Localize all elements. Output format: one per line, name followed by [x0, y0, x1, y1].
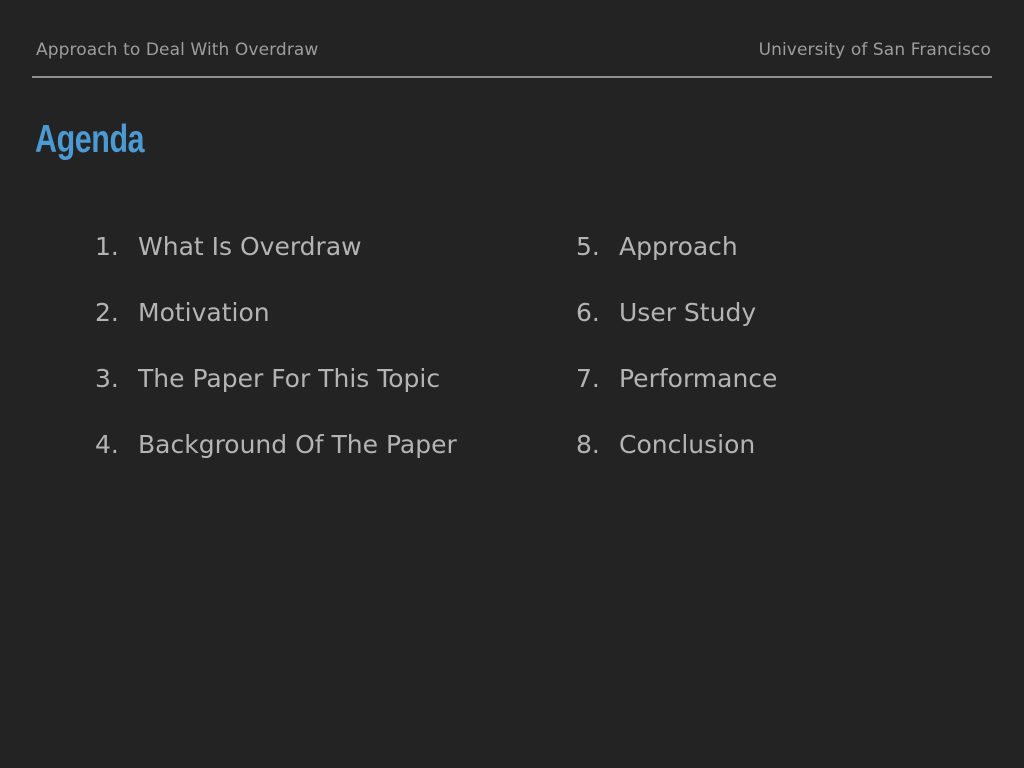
- agenda-item: 4. Background Of The Paper: [95, 426, 457, 492]
- agenda-item-label: User Study: [619, 298, 757, 327]
- agenda-item: 8. Conclusion: [576, 426, 777, 492]
- agenda-item: 6. User Study: [576, 294, 777, 360]
- agenda-item-label: Approach: [619, 232, 738, 261]
- agenda-item: 2. Motivation: [95, 294, 457, 360]
- agenda-list-left: 1. What Is Overdraw 2. Motivation 3. The Pa…: [95, 228, 457, 492]
- agenda-item-label: Conclusion: [619, 430, 756, 459]
- agenda-item-number: 1.: [95, 232, 119, 261]
- agenda-item-label: The Paper For This Topic: [138, 364, 441, 393]
- institution-name: University of San Francisco: [758, 40, 991, 60]
- agenda-item: 1. What Is Overdraw: [95, 228, 457, 294]
- agenda-item-label: What Is Overdraw: [138, 232, 362, 261]
- agenda-item-number: 6.: [576, 298, 600, 327]
- slide-title: Agenda: [35, 118, 145, 161]
- agenda-item-label: Background Of The Paper: [138, 430, 457, 459]
- agenda-item-number: 5.: [576, 232, 600, 261]
- agenda-item: 3. The Paper For This Topic: [95, 360, 457, 426]
- agenda-item: 5. Approach: [576, 228, 777, 294]
- agenda-item-number: 8.: [576, 430, 600, 459]
- agenda-item-label: Motivation: [138, 298, 270, 327]
- agenda-item-label: Performance: [619, 364, 778, 393]
- agenda-item-number: 4.: [95, 430, 119, 459]
- slide-header: Approach to Deal With Overdraw Universit…: [36, 40, 991, 66]
- header-divider: [32, 76, 992, 78]
- presentation-title: Approach to Deal With Overdraw: [36, 40, 319, 60]
- agenda-item-number: 2.: [95, 298, 119, 327]
- agenda-list-right: 5. Approach 6. User Study 7. Performance 8.…: [576, 228, 777, 492]
- agenda-item-number: 7.: [576, 364, 600, 393]
- agenda-item-number: 3.: [95, 364, 119, 393]
- agenda-item: 7. Performance: [576, 360, 777, 426]
